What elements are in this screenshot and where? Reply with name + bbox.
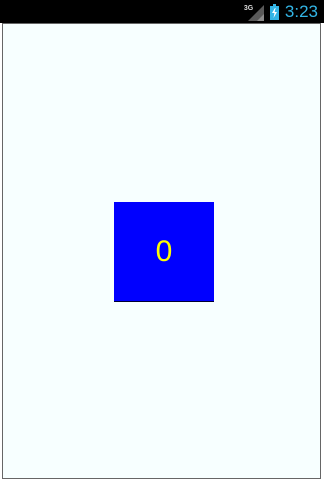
main-content: 0 xyxy=(2,23,321,479)
device-screen: 3G 3:23 0 xyxy=(0,0,324,480)
status-clock: 3:23 xyxy=(284,2,318,21)
signal-strength-icon xyxy=(247,4,264,21)
battery-charging-icon xyxy=(269,3,279,20)
counter-value: 0 xyxy=(155,234,173,268)
counter-box[interactable]: 0 xyxy=(114,202,214,302)
status-bar: 3G 3:23 xyxy=(0,0,324,23)
status-icons: 3G 3:23 xyxy=(244,0,318,23)
signal-icon: 3G xyxy=(244,3,264,21)
